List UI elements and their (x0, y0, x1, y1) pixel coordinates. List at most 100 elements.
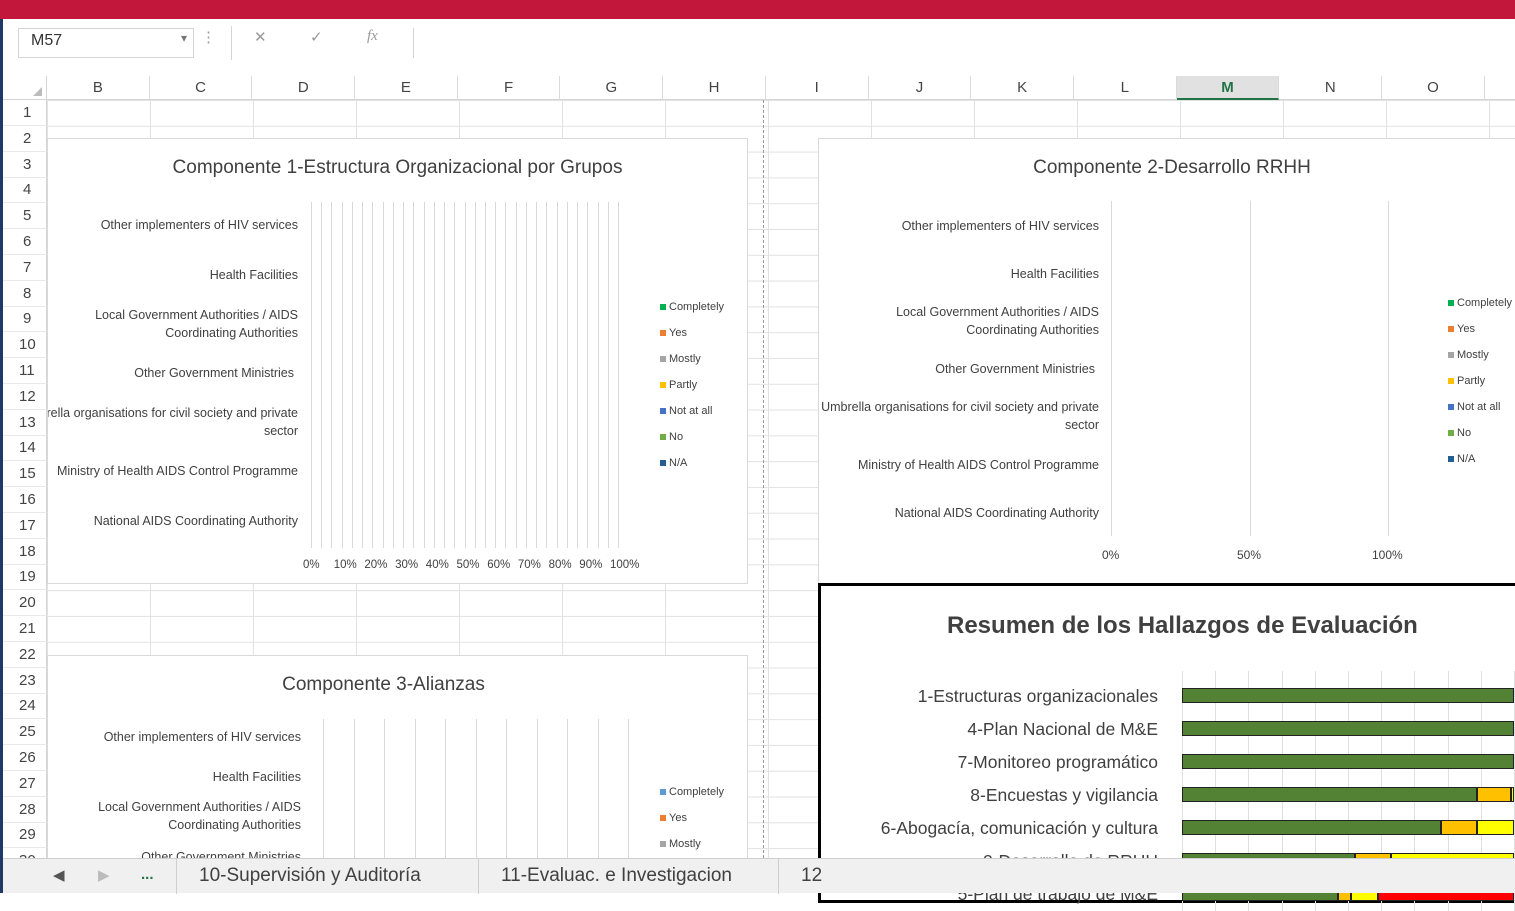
row-header[interactable]: 9 (3, 306, 47, 333)
row-header[interactable]: 26 (3, 745, 47, 771)
category-label: Umbrella organisations for civil society… (821, 400, 1099, 433)
gridline (384, 719, 385, 864)
column-header[interactable]: O (1382, 76, 1485, 100)
chart-componente-3[interactable]: Componente 3-Alianzas Other implementers… (47, 655, 748, 865)
row-header[interactable]: 1 (3, 100, 47, 126)
row-header[interactable]: 4 (3, 177, 47, 204)
legend-swatch (1448, 352, 1454, 358)
row-header[interactable]: 5 (3, 203, 47, 230)
row-header[interactable]: 14 (3, 435, 47, 462)
column-header[interactable]: C (150, 76, 253, 100)
summary-category-label: 4-Plan Nacional de M&E (967, 719, 1158, 739)
sheet-tab[interactable]: 12 (778, 859, 844, 894)
summary-bar (1182, 688, 1514, 703)
gridline (413, 202, 415, 548)
summary-bar (1182, 754, 1514, 769)
row-header[interactable]: 25 (3, 719, 47, 746)
legend-label: Mostly (669, 838, 701, 850)
gridline (577, 202, 579, 548)
chart-resumen-hallazgos[interactable]: Resumen de los Hallazgos de Evaluación 1… (818, 583, 1515, 911)
chart-componente-1[interactable]: Componente 1-Estructura Organizacional p… (47, 138, 748, 584)
axis-tick: 0% (1102, 548, 1120, 562)
row-header[interactable]: 17 (3, 513, 47, 539)
sheet-tab[interactable]: 10-Supervisión y Auditoría (176, 859, 443, 894)
confirm-icon[interactable]: ✓ (310, 28, 323, 46)
legend-swatch (660, 408, 666, 414)
gridline (362, 202, 364, 548)
category-label: National AIDS Coordinating Authority (93, 514, 298, 528)
column-header[interactable]: N (1279, 76, 1383, 100)
gridline (414, 719, 416, 864)
chart-title: Componente 2-Desarrollo RRHH (1033, 157, 1311, 178)
column-header[interactable]: E (355, 76, 458, 100)
legend-swatch (660, 841, 666, 847)
gridline (536, 719, 538, 864)
row-header[interactable]: 6 (3, 229, 47, 255)
tab-more-button[interactable]: ... (141, 866, 154, 883)
legend-swatch (660, 815, 666, 821)
row-header[interactable]: 7 (3, 255, 47, 281)
category-label: Local Government Authorities / AIDS Coor… (98, 800, 301, 833)
name-box[interactable]: M57 ▾ (18, 28, 194, 58)
row-header[interactable]: 2 (3, 126, 47, 152)
column-header[interactable]: K (971, 76, 1074, 100)
axis-tick: 80% (548, 559, 572, 571)
column-header[interactable]: J (869, 76, 972, 100)
column-header[interactable]: D (252, 76, 356, 100)
legend-label: Mostly (1457, 349, 1489, 361)
row-header[interactable]: 3 (3, 152, 47, 178)
row-header[interactable]: 21 (3, 616, 47, 642)
summary-category-label: 8-Encuestas y vigilancia (970, 785, 1158, 805)
category-label: Other implementers of HIV services (100, 218, 298, 232)
summary-category-label: 6-Abogacía, comunicación y cultura (880, 818, 1158, 838)
row-header[interactable]: 19 (3, 564, 47, 591)
row-header[interactable]: 20 (3, 590, 47, 617)
row-header[interactable]: 29 (3, 822, 47, 849)
chart-componente-2[interactable]: Componente 2-Desarrollo RRHH Other imple… (818, 138, 1515, 584)
insert-function-icon[interactable]: fx (367, 28, 378, 45)
row-header[interactable]: 15 (3, 461, 47, 488)
column-header[interactable]: I (766, 76, 869, 100)
column-header[interactable]: B (47, 76, 150, 100)
tab-prev-icon[interactable]: ◀ (53, 866, 65, 884)
row-header[interactable]: 16 (3, 487, 47, 513)
cancel-icon[interactable]: ✕ (254, 28, 267, 46)
chevron-down-icon[interactable]: ▾ (181, 31, 187, 45)
row-header[interactable]: 23 (3, 668, 47, 694)
axis-tick: 100% (610, 559, 640, 571)
axis-tick: 30% (395, 559, 419, 571)
axis-tick: 50% (1237, 548, 1262, 562)
gridline (536, 202, 538, 548)
row-header[interactable]: 18 (3, 539, 47, 565)
column-header[interactable]: L (1074, 76, 1177, 100)
legend-no: No (660, 431, 683, 443)
row-header[interactable]: 11 (3, 358, 47, 384)
legend-label: Not at all (1457, 401, 1501, 413)
category-label: Other implementers of HIV services (901, 219, 1099, 233)
select-all-button[interactable] (3, 76, 47, 100)
gridline (587, 202, 589, 548)
row-header[interactable]: 12 (3, 384, 47, 410)
sheet-tab[interactable]: 11-Evaluac. e Investigacion (478, 859, 754, 894)
column-header[interactable]: H (663, 76, 766, 100)
row-header[interactable]: 13 (3, 410, 47, 436)
column-header[interactable]: M (1176, 76, 1280, 100)
formula-input[interactable] (413, 28, 1515, 58)
column-header[interactable]: F (458, 76, 561, 100)
legend-label: N/A (669, 457, 688, 469)
window-title-bar (0, 0, 1515, 19)
row-header[interactable]: 24 (3, 693, 47, 720)
row-header[interactable]: 22 (3, 642, 47, 668)
row-header[interactable]: 8 (3, 281, 47, 307)
row-header[interactable]: 27 (3, 771, 47, 797)
bar-segment (1182, 754, 1514, 769)
gridline (515, 202, 517, 548)
more-options-icon[interactable]: ⋮ (201, 28, 216, 46)
legend-partly: Partly (1448, 375, 1485, 387)
row-headers: 1 2 3 4 5 6 7 8 9 10 11 12 13 14 15 16 17 18 19 20 21 22 23 24 2… (3, 100, 47, 875)
tab-next-icon[interactable]: ▶ (98, 866, 110, 884)
row-header[interactable]: 10 (3, 332, 47, 359)
column-header[interactable]: G (561, 76, 664, 100)
row-header[interactable]: 28 (3, 797, 47, 823)
legend-label: No (1457, 427, 1472, 439)
